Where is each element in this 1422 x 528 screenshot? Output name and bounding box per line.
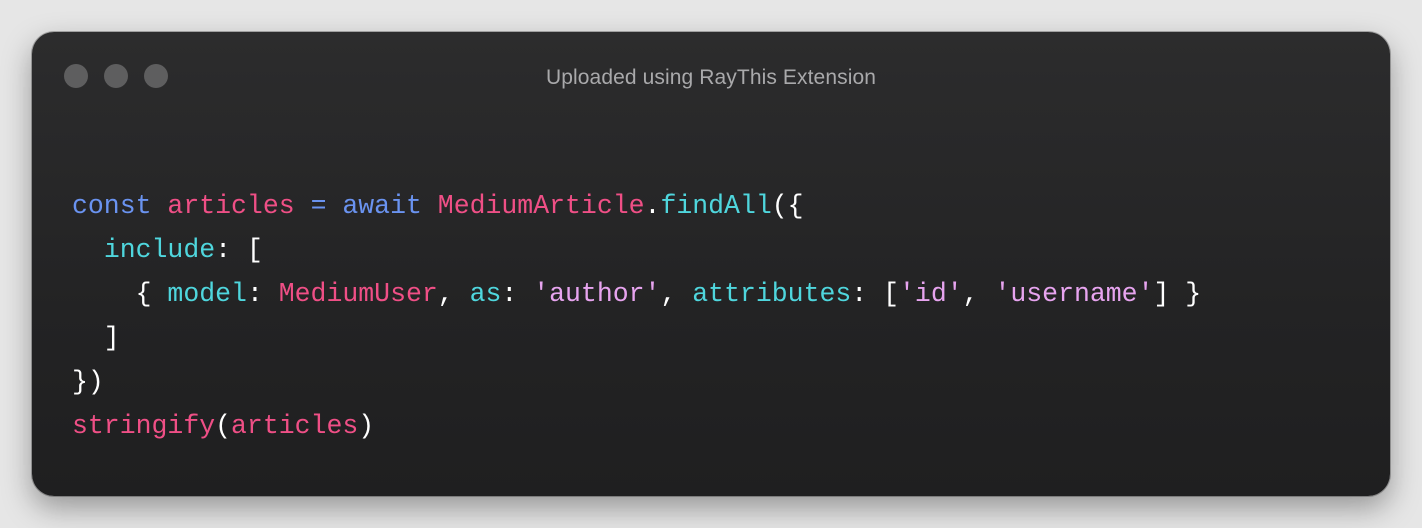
code-block: const articles = await MediumArticle.fin… [72,184,1201,448]
code-token: as [469,279,502,309]
code-line: }) [72,360,1201,404]
code-token: ( [215,411,232,441]
code-token: , [962,279,995,309]
code-token: articles [167,191,295,221]
code-token: : [501,279,534,309]
code-token: include [103,235,216,265]
code-line: const articles = await MediumArticle.fin… [72,184,1201,228]
title-bar: Uploaded using RayThis Extension [32,32,1390,122]
code-token: = [310,191,327,221]
code-token: ] [72,323,120,353]
code-token: { [72,279,168,309]
code-token: : [ [215,235,263,265]
code-token: ] } [1153,279,1202,309]
code-token: , [660,279,693,309]
code-token: model [167,279,247,309]
code-token: : [ [851,279,900,309]
code-token: MediumArticle [437,191,645,221]
code-token: findAll [660,191,772,221]
code-token: : [246,279,279,309]
code-window: Uploaded using RayThis Extension const a… [32,32,1390,496]
code-token: ({ [771,191,804,221]
code-token: , [437,279,470,309]
window-title: Uploaded using RayThis Extension [545,66,877,89]
code-token: MediumUser [278,279,438,309]
code-token: await [342,191,422,221]
code-line: ] [72,316,1201,360]
code-token: const [72,191,152,221]
code-token: stringify [72,411,216,441]
code-token: articles [231,411,359,441]
code-token: 'username' [994,279,1154,309]
code-token: }) [72,367,104,397]
code-token: . [644,191,661,221]
code-token: 'id' [899,279,963,309]
code-line: include: [ [72,228,1201,272]
code-line: { model: MediumUser, as: 'author', attri… [72,272,1202,316]
code-token: attributes [692,279,852,309]
code-line: stringify(articles) [72,404,1201,448]
code-token: 'author' [533,279,661,309]
code-token: ) [358,411,375,441]
